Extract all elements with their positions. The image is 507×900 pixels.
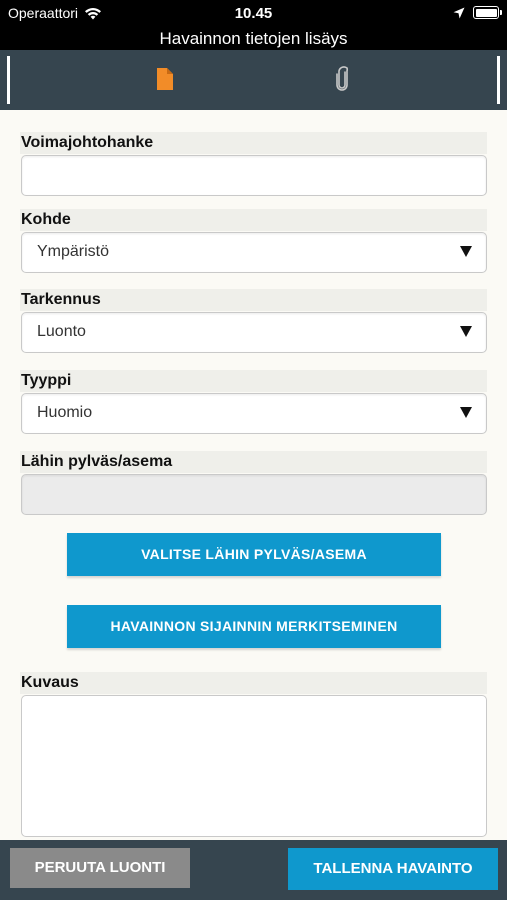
- paperclip-icon: [336, 66, 349, 91]
- label-tyyppi: Tyyppi: [20, 370, 487, 392]
- dropdown-arrow-icon: [460, 326, 472, 337]
- label-tarkennus: Tarkennus: [20, 289, 487, 311]
- label-kuvaus: Kuvaus: [20, 672, 487, 694]
- label-voimajohtohanke: Voimajohtohanke: [20, 132, 487, 154]
- save-button[interactable]: TALLENNA HAVAINTO: [288, 848, 498, 890]
- tab-bar: [0, 50, 507, 110]
- status-bar: Operaattori 10.45: [0, 0, 507, 28]
- tab-attachments[interactable]: [327, 64, 357, 94]
- label-lahin-pylvas: Lähin pylväs/asema: [20, 451, 487, 473]
- voimajohtohanke-input[interactable]: [21, 155, 487, 196]
- tarkennus-value: Luonto: [37, 323, 86, 340]
- kuvaus-textarea[interactable]: [21, 695, 487, 837]
- tarkennus-select[interactable]: Luonto: [21, 312, 487, 353]
- battery-icon: [473, 6, 502, 19]
- cancel-button[interactable]: PERUUTA LUONTI: [10, 848, 190, 888]
- dropdown-arrow-icon: [460, 407, 472, 418]
- label-kohde: Kohde: [20, 209, 487, 231]
- dropdown-arrow-icon: [460, 246, 472, 257]
- location-arrow-icon: [453, 7, 465, 18]
- bottom-action-bar: PERUUTA LUONTI TALLENNA HAVAINTO: [0, 840, 507, 900]
- mark-location-button[interactable]: HAVAINNON SIJAINNIN MERKITSEMINEN: [67, 605, 441, 648]
- document-icon: [157, 68, 173, 90]
- kohde-value: Ympäristö: [37, 243, 110, 260]
- select-nearest-pole-button[interactable]: VALITSE LÄHIN PYLVÄS/ASEMA: [67, 533, 441, 576]
- tab-details[interactable]: [150, 64, 180, 94]
- lahin-pylvas-field: [21, 474, 487, 515]
- page-title: Havainnon tietojen lisäys: [0, 28, 507, 50]
- tyyppi-select[interactable]: Huomio: [21, 393, 487, 434]
- clock: 10.45: [234, 5, 273, 22]
- kohde-select[interactable]: Ympäristö: [21, 232, 487, 273]
- tab-bar-right-edge: [497, 56, 500, 104]
- tyyppi-value: Huomio: [37, 404, 93, 421]
- tab-bar-left-edge: [7, 56, 10, 104]
